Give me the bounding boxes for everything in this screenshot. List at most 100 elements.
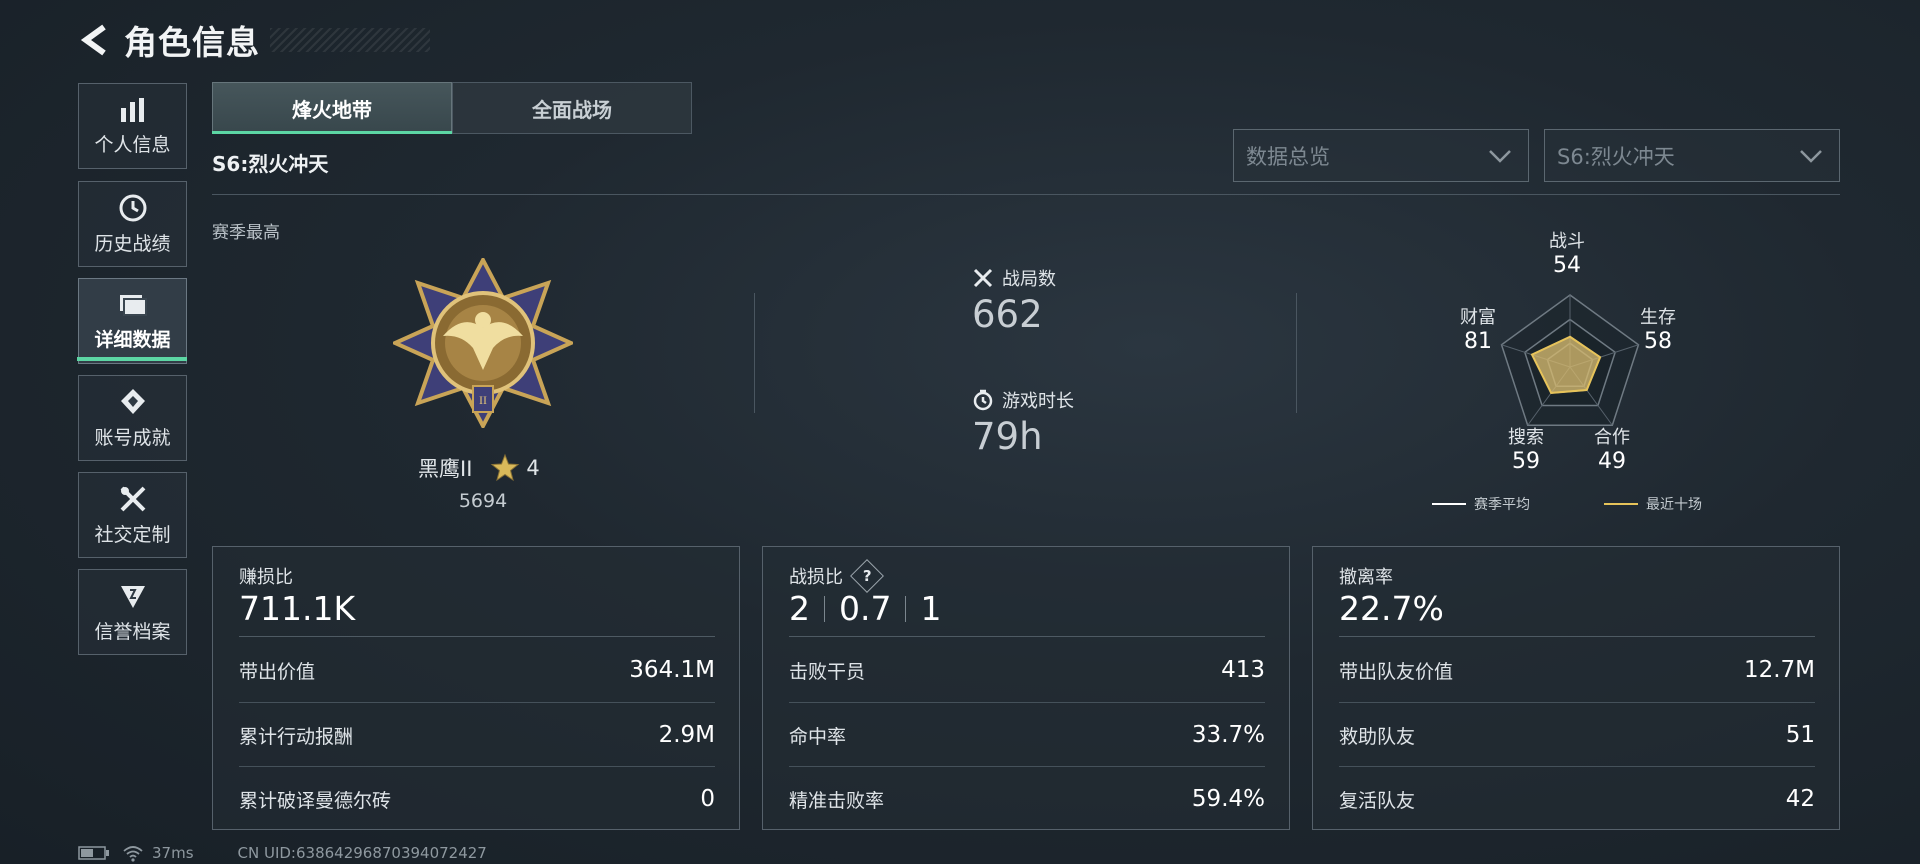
page-header: 角色信息 (78, 18, 430, 62)
radar-value: 49 (1598, 449, 1626, 474)
tab-fenghuo[interactable]: 烽火地带 (212, 82, 452, 134)
card-divider (239, 636, 715, 637)
active-indicator (77, 357, 187, 361)
stat-row: 带出队友价值 12.7M (1339, 638, 1815, 702)
dropdown-value: 数据总览 (1246, 144, 1330, 169)
sidebar-item-label: 社交定制 (94, 523, 171, 546)
season-dropdown[interactable]: S6:烈火冲天 (1544, 129, 1840, 182)
radar-value: 59 (1512, 449, 1540, 474)
legend-recent-ten: 最近十场 (1604, 494, 1702, 514)
stat-label: 命中率 (789, 725, 847, 748)
stat-row: 带出价值 364.1M (239, 638, 715, 702)
tools-icon (120, 486, 145, 511)
sidebar-item-label: 账号成就 (94, 426, 171, 449)
shield-icon (120, 585, 145, 608)
card-divider (789, 636, 1265, 637)
extraction-rate-card: 撤离率 22.7% 带出队友价值 12.7M 救助队友 51 复活队友 42 (1312, 546, 1840, 830)
svg-text:II: II (479, 393, 487, 407)
uid-value: CN UID:638642968703940724​27 (237, 844, 487, 862)
stat-row: 精准击败率 59.4% (789, 767, 1265, 831)
profit-ratio-card: 赚损比 711.1K 带出价值 364.1M 累计行动报酬 2.9M 累计破译曼… (212, 546, 740, 830)
bar-chart-icon (120, 97, 144, 122)
legend-swatch (1604, 503, 1638, 505)
legend-label: 赛季平均 (1474, 497, 1530, 513)
rank-name: 黑鹰II (418, 457, 473, 481)
stat-value: 12.7M (1743, 657, 1815, 683)
radar-axis-survival: 生存 58 (1628, 303, 1688, 354)
data-overview-dropdown[interactable]: 数据总览 (1233, 129, 1529, 182)
playtime-stat: 游戏时长 79h (972, 387, 1074, 458)
sidebar-item-detailed-data[interactable]: 详细数据 (78, 278, 187, 364)
badge-icon (120, 388, 145, 414)
stat-label: 带出队友价值 (1339, 660, 1454, 683)
rank-stars: 4 (526, 456, 540, 480)
chevron-down-icon (1800, 149, 1822, 163)
stat-value: 364.1M (629, 657, 715, 683)
ping-value: 37ms (152, 844, 194, 862)
stopwatch-icon (973, 389, 993, 411)
status-footer: 37ms CN UID:638642968703940724​27 (78, 844, 487, 862)
section-divider (1296, 293, 1297, 413)
card-title: 战损比 ? (789, 559, 884, 593)
stat-row: 累计破译曼德尔砖 0 (239, 767, 715, 831)
back-button[interactable] (78, 23, 112, 57)
kill-death-card: 战损比 ? 2 0.7 1 击败干员 413 命中率 33.7% 精准击败率 5… (762, 546, 1290, 830)
chevron-down-icon (1489, 149, 1511, 163)
stat-label: 救助队友 (1339, 725, 1416, 748)
wifi-icon (123, 846, 143, 862)
sidebar-item-label: 详细数据 (94, 328, 171, 351)
card-divider (1339, 636, 1815, 637)
stat-value: 59.4% (1191, 786, 1265, 812)
header-divider (212, 194, 1840, 195)
back-arrow-icon (80, 24, 106, 56)
kills-value: 2 (789, 589, 810, 628)
crossed-swords-icon (973, 268, 993, 288)
season-best-label: 赛季最高 (212, 223, 280, 243)
radar-value: 54 (1553, 253, 1581, 278)
value-divider (824, 595, 825, 622)
help-icon[interactable]: ? (850, 559, 884, 593)
matches-label: 战局数 (1002, 269, 1056, 290)
stat-label: 累计破译曼德尔砖 (239, 789, 392, 812)
radar-value: 58 (1644, 329, 1672, 354)
stat-label: 带出价值 (239, 660, 316, 683)
radar-label: 合作 (1594, 427, 1630, 448)
stat-label: 累计行动报酬 (239, 725, 354, 748)
radar-axis-combat: 战斗 54 (1537, 227, 1597, 278)
kd-ratio-value: 0.7 (839, 589, 892, 628)
rank-points: 5694 (458, 490, 508, 512)
playtime-label: 游戏时长 (1002, 391, 1074, 412)
stat-label: 击败干员 (789, 660, 866, 683)
radar-axis-cooperation: 合作 49 (1582, 423, 1642, 474)
kd-values: 2 0.7 1 (789, 589, 941, 628)
sidebar-item-label: 信誉档案 (94, 620, 171, 643)
matches-value: 662 (972, 293, 1043, 336)
tab-quanmian[interactable]: 全面战场 (452, 82, 692, 134)
playtime-value: 79h (972, 415, 1043, 458)
radar-label: 生存 (1640, 307, 1676, 328)
sidebar-item-achievements[interactable]: 账号成就 (78, 375, 187, 461)
stat-label: 精准击败率 (789, 789, 885, 812)
sidebar-item-label: 历史战绩 (94, 232, 171, 255)
sidebar-item-history[interactable]: 历史战绩 (78, 181, 187, 267)
stat-value: 51 (1785, 722, 1815, 748)
stat-row: 累计行动报酬 2.9M (239, 703, 715, 767)
radar-axis-search: 搜索 59 (1496, 423, 1556, 474)
card-main-value: 711.1K (239, 589, 356, 628)
sidebar-item-personal-info[interactable]: 个人信息 (78, 83, 187, 169)
stat-value: 33.7% (1191, 722, 1265, 748)
star-icon (491, 453, 520, 482)
stat-row: 救助队友 51 (1339, 703, 1815, 767)
radar-label: 搜索 (1508, 427, 1544, 448)
legend-season-average: 赛季平均 (1432, 494, 1530, 514)
radar-value: 81 (1464, 329, 1492, 354)
radar-label: 战斗 (1549, 231, 1585, 252)
sidebar-item-social[interactable]: 社交定制 (78, 472, 187, 558)
radar-label: 财富 (1460, 307, 1496, 328)
value-divider (905, 595, 907, 622)
tab-active-indicator (212, 131, 452, 134)
deaths-value: 1 (920, 589, 942, 628)
card-main-value: 22.7% (1339, 589, 1444, 628)
card-title-text: 战损比 (789, 567, 843, 588)
sidebar-item-reputation[interactable]: 信誉档案 (78, 569, 187, 655)
